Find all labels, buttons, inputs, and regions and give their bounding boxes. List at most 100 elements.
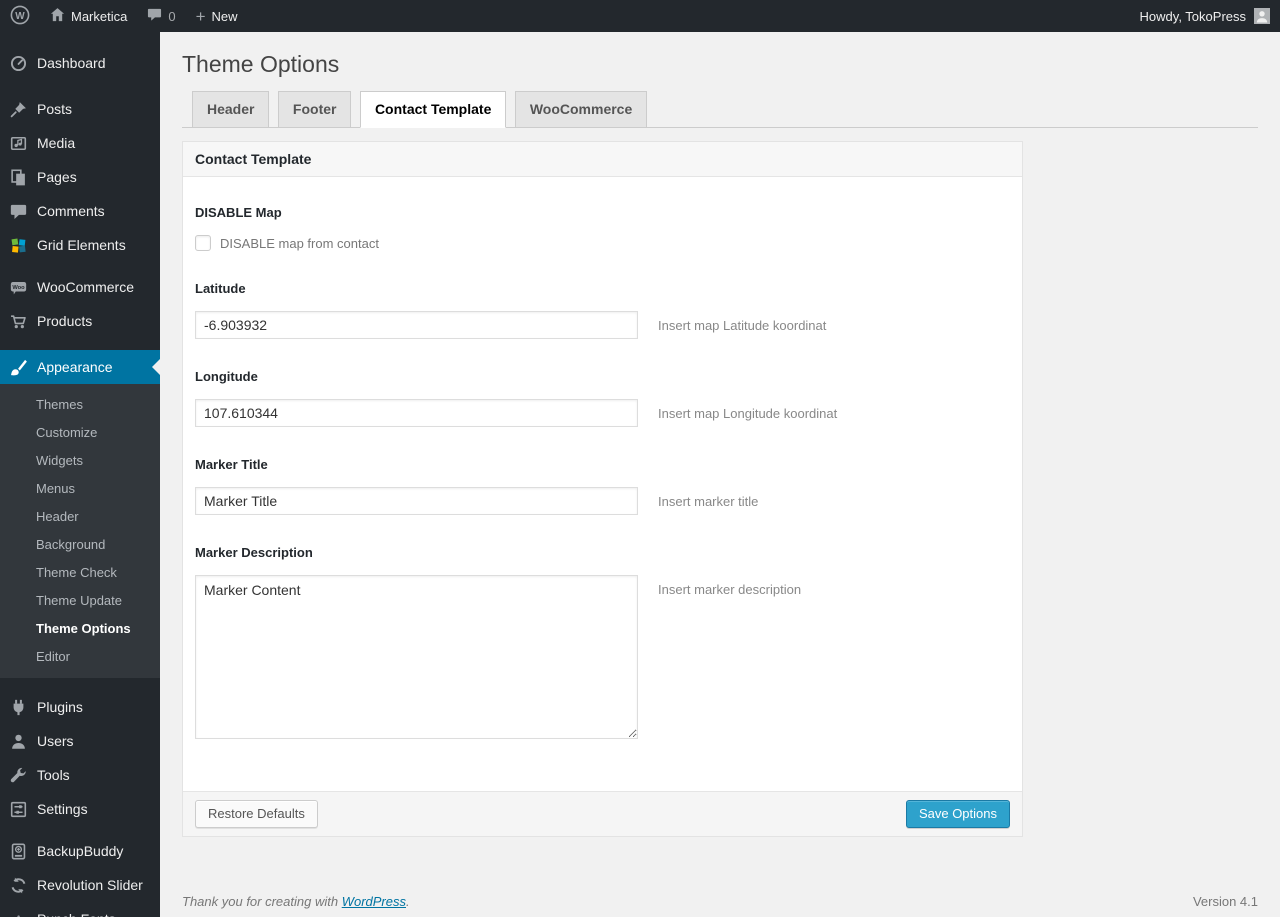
comments-shortcut[interactable]: 0 [137,0,185,32]
wordpress-logo-menu[interactable]: W [0,0,40,32]
cart-icon [8,311,28,331]
sidebar-item-backupbuddy[interactable]: BackupBuddy [0,834,160,868]
disable-map-checkbox[interactable] [195,235,211,251]
disable-map-label: DISABLE Map [195,205,282,220]
wrench-icon [8,765,28,785]
latitude-input[interactable] [195,311,638,339]
sidebar-item-appearance[interactable]: Appearance [0,350,160,384]
submenu-item-editor[interactable]: Editor [0,643,160,671]
comment-count: 0 [168,8,176,24]
submenu-item-theme-update[interactable]: Theme Update [0,587,160,615]
sidebar-item-plugins[interactable]: Plugins [0,690,160,724]
media-icon [8,133,28,153]
sidebar-item-woocommerce[interactable]: Woo WooCommerce [0,270,160,304]
footer-thanks: Thank you for creating with WordPress. [182,894,410,909]
disable-map-row: DISABLE map from contact [195,235,1010,251]
field-marker-description: Marker Description Marker Content Insert… [195,545,1010,739]
dashboard-icon [8,53,28,73]
backup-icon [8,841,28,861]
marker-title-hint: Insert marker title [658,493,759,509]
user-icon [8,731,28,751]
longitude-label: Longitude [195,369,258,384]
sidebar-item-tools[interactable]: Tools [0,758,160,792]
marker-description-row: Marker Content Insert marker description [195,575,1010,739]
pages-icon [8,167,28,187]
longitude-hint: Insert map Longitude koordinat [658,405,838,421]
comment-bubble-icon [147,7,162,25]
sidebar-item-posts[interactable]: Posts [0,92,160,126]
appearance-submenu: Themes Customize Widgets Menus Header Ba… [0,384,160,678]
comment-icon [8,201,28,221]
footer-version: Version 4.1 [1192,894,1258,909]
panel-footer: Restore Defaults Save Options [183,791,1022,836]
wordpress-link[interactable]: WordPress [342,894,406,909]
page-title: Theme Options [182,51,340,77]
save-options-button[interactable]: Save Options [905,800,1010,828]
sidebar-item-products[interactable]: Products [0,304,160,338]
submenu-item-customize[interactable]: Customize [0,419,160,447]
font-icon: A [8,909,28,917]
sidebar-item-pages[interactable]: Pages [0,160,160,194]
contact-template-panel: Contact Template DISABLE Map DISABLE map… [182,141,1023,837]
marker-title-row: Insert marker title [195,487,1010,515]
admin-bar-right: Howdy, TokoPress [1140,0,1280,32]
sidebar-item-users[interactable]: Users [0,724,160,758]
submenu-item-menus[interactable]: Menus [0,475,160,503]
site-name-link[interactable]: Marketica [40,0,137,32]
disable-map-checkbox-label: DISABLE map from contact [220,235,379,251]
latitude-label: Latitude [195,281,246,296]
marker-title-input[interactable] [195,487,638,515]
panel-header: Contact Template [183,142,1022,177]
submenu-item-widgets[interactable]: Widgets [0,447,160,475]
sidebar-item-punch-fonts[interactable]: A Punch Fonts [0,902,160,917]
marker-title-label: Marker Title [195,457,268,472]
svg-text:W: W [15,11,25,22]
longitude-input[interactable] [195,399,638,427]
brush-icon [8,357,28,377]
tab-woocommerce[interactable]: WooCommerce [514,91,648,127]
svg-text:Woo: Woo [12,285,25,291]
sidebar-item-settings[interactable]: Settings [0,792,160,826]
submenu-item-theme-check[interactable]: Theme Check [0,559,160,587]
admin-sidebar: Dashboard Posts Media Pages Comments Gri… [0,32,160,917]
user-avatar[interactable] [1254,8,1270,24]
longitude-row: Insert map Longitude koordinat [195,399,1010,427]
tab-footer[interactable]: Footer [277,91,352,127]
submenu-item-header[interactable]: Header [0,503,160,531]
settings-icon [8,799,28,819]
woocommerce-icon: Woo [8,277,28,297]
field-latitude: Latitude Insert map Latitude koordinat [195,281,1010,339]
restore-defaults-button[interactable]: Restore Defaults [195,800,318,828]
new-content-menu[interactable]: + New [186,0,248,32]
admin-bar: W Marketica 0 + New Howdy, TokoPress [0,0,1280,32]
latitude-hint: Insert map Latitude koordinat [658,317,827,333]
tab-header[interactable]: Header [192,91,270,127]
marker-description-textarea[interactable]: Marker Content [195,575,638,739]
plus-icon: + [195,6,206,26]
submenu-item-background[interactable]: Background [0,531,160,559]
plugin-icon [8,697,28,717]
main-content: Theme Options Header Footer Contact Temp… [160,32,1280,917]
theme-options-tabs: Header Footer Contact Template WooCommer… [182,91,1258,128]
latitude-row: Insert map Latitude koordinat [195,311,1010,339]
sidebar-item-media[interactable]: Media [0,126,160,160]
howdy-account-link[interactable]: Howdy, TokoPress [1140,9,1246,24]
grid-icon [8,235,28,255]
tab-contact-template[interactable]: Contact Template [359,91,507,128]
admin-bar-left: W Marketica 0 + New [0,0,248,32]
field-disable-map: DISABLE Map DISABLE map from contact [195,205,1010,251]
submenu-item-theme-options[interactable]: Theme Options [0,615,160,643]
pin-icon [8,99,28,119]
submenu-item-themes[interactable]: Themes [0,391,160,419]
marker-description-label: Marker Description [195,545,313,560]
sidebar-item-dashboard[interactable]: Dashboard [0,46,160,80]
svg-text:A: A [14,912,23,917]
wordpress-admin: W Marketica 0 + New Howdy, TokoPress Das… [0,0,1280,917]
page-footer: Thank you for creating with WordPress. V… [182,894,1258,909]
new-label: New [211,8,238,24]
field-longitude: Longitude Insert map Longitude koordinat [195,369,1010,427]
sidebar-item-grid-elements[interactable]: Grid Elements [0,228,160,262]
site-name: Marketica [71,8,128,24]
sidebar-item-revolution-slider[interactable]: Revolution Slider [0,868,160,902]
sidebar-item-comments[interactable]: Comments [0,194,160,228]
